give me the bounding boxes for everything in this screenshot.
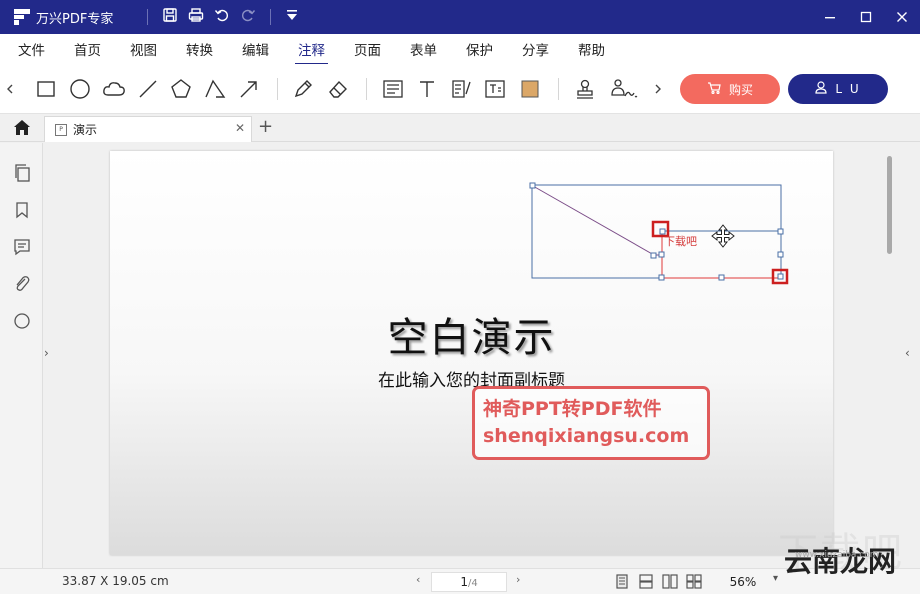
print-icon[interactable]	[188, 7, 204, 27]
text-note-tool-icon[interactable]	[448, 76, 474, 102]
menu-file[interactable]: 文件	[18, 39, 45, 59]
eraser-tool-icon[interactable]	[325, 76, 351, 102]
stamp-line-1: 神奇PPT转PDF软件	[483, 398, 662, 420]
new-tab-icon[interactable]: +	[258, 116, 273, 137]
menu-form[interactable]: 表单	[410, 39, 437, 59]
circle-tool-icon[interactable]	[67, 76, 93, 102]
comment-icon[interactable]	[12, 237, 32, 257]
customize-dropdown-icon[interactable]	[285, 8, 299, 26]
polyline-tool-icon[interactable]	[202, 76, 228, 102]
next-page-icon[interactable]: ›	[516, 573, 520, 586]
undo-icon[interactable]	[214, 7, 230, 27]
minimize-icon[interactable]	[812, 11, 848, 23]
menu-page[interactable]: 页面	[354, 39, 381, 59]
document-tab-label: 演示	[73, 123, 98, 137]
annotation-toolbar	[0, 64, 920, 114]
document-tab[interactable]: P 演示 ✕	[44, 116, 252, 142]
toolbar-scroll-left-icon[interactable]	[0, 76, 20, 102]
home-icon[interactable]	[13, 119, 31, 140]
rectangle-tool-icon[interactable]	[33, 76, 59, 102]
user-account-button[interactable]: L U	[788, 74, 888, 104]
menu-view[interactable]: 视图	[130, 39, 157, 59]
menu-bar: 文件 首页 视图 转换 编辑 注释 页面 表单 保护 分享 帮助	[0, 34, 920, 65]
previous-page-icon[interactable]: ‹	[416, 573, 420, 586]
save-icon[interactable]	[162, 7, 178, 27]
right-panel-expand-icon[interactable]: ‹	[905, 346, 910, 360]
cart-icon	[707, 81, 721, 97]
menu-help[interactable]: 帮助	[578, 39, 605, 59]
menu-home[interactable]: 首页	[74, 39, 101, 59]
presentation-file-icon: P	[55, 123, 67, 136]
two-page-continuous-view-icon[interactable]	[686, 574, 702, 589]
signature-tool-icon[interactable]	[608, 76, 640, 102]
text-field-tool-icon[interactable]	[482, 76, 508, 102]
slide-title: 空白演示	[387, 315, 556, 361]
menu-edit[interactable]: 编辑	[242, 39, 269, 59]
search-panel-icon[interactable]	[12, 311, 32, 331]
promo-stamp: 神奇PPT转PDF软件 shenqixiangsu.com	[472, 386, 710, 460]
site-watermark: 云南龙网	[784, 545, 897, 578]
redo-icon[interactable]	[240, 7, 256, 27]
user-icon	[815, 81, 827, 97]
slide-subtitle: 在此输入您的封面副标题	[378, 371, 565, 391]
cloud-tool-icon[interactable]	[101, 76, 127, 102]
menu-share[interactable]: 分享	[522, 39, 549, 59]
single-page-view-icon[interactable]	[614, 574, 630, 589]
maximize-icon[interactable]	[848, 11, 884, 23]
window-controls	[812, 0, 920, 34]
document-tab-bar: P 演示 ✕ +	[0, 115, 920, 142]
text-tool-icon[interactable]	[414, 76, 440, 102]
menu-annotate[interactable]: 注释	[295, 39, 328, 65]
stamp-line-2: shenqixiangsu.com	[483, 425, 690, 447]
annotation-text[interactable]: 下载吧	[664, 233, 697, 249]
pencil-tool-icon[interactable]	[290, 76, 316, 102]
close-icon[interactable]	[884, 11, 920, 23]
site-watermark-url: www.xiazaiba.com	[795, 550, 879, 560]
quick-access-toolbar	[147, 7, 299, 27]
continuous-view-icon[interactable]	[638, 574, 654, 589]
two-page-view-icon[interactable]	[662, 574, 678, 589]
page-dimensions: 33.87 X 19.05 cm	[62, 574, 169, 588]
stamp-tool-icon[interactable]	[572, 76, 598, 102]
line-tool-icon[interactable]	[135, 76, 161, 102]
menu-protect[interactable]: 保护	[466, 39, 493, 59]
zoom-level-field[interactable]: 56%	[718, 572, 768, 592]
arrow-tool-icon[interactable]	[236, 76, 262, 102]
area-highlight-tool-icon[interactable]	[517, 76, 543, 102]
left-panel-expand-icon[interactable]: ›	[44, 346, 49, 360]
tab-close-icon[interactable]: ✕	[235, 121, 245, 135]
attachment-icon[interactable]	[12, 274, 32, 294]
bookmark-icon[interactable]	[12, 200, 32, 220]
menu-convert[interactable]: 转换	[186, 39, 213, 59]
pages-thumbnail-icon[interactable]	[12, 163, 32, 183]
toolbar-scroll-right-icon[interactable]	[648, 76, 668, 102]
left-sidebar	[0, 143, 43, 568]
buy-button[interactable]: 购买	[680, 74, 780, 104]
polygon-tool-icon[interactable]	[168, 76, 194, 102]
vertical-scrollbar-thumb[interactable]	[887, 156, 892, 254]
title-bar: 万兴PDF专家	[0, 0, 920, 34]
textbox-tool-icon[interactable]	[380, 76, 406, 102]
page-number-field[interactable]: 1/4	[431, 572, 507, 592]
app-logo-icon	[14, 9, 30, 25]
app-title: 万兴PDF专家	[36, 11, 114, 27]
